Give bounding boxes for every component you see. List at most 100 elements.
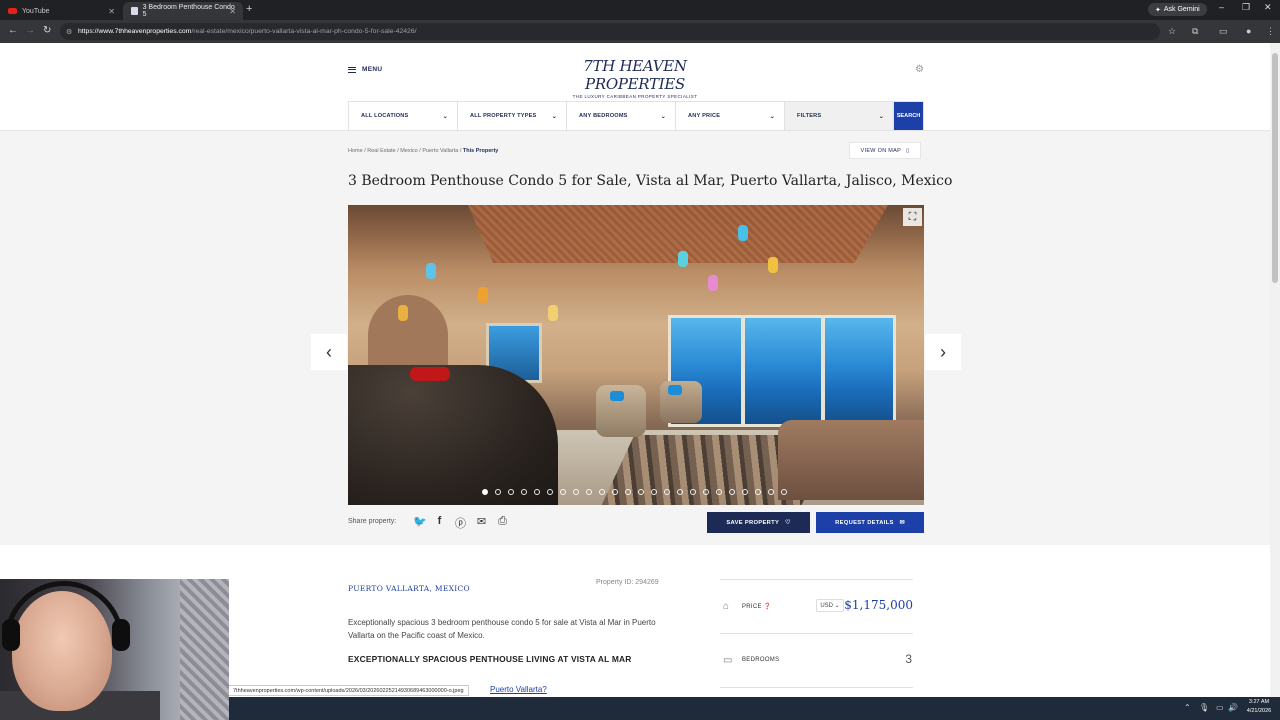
reload-icon[interactable]: ↻ xyxy=(43,25,51,36)
gallery-photo-lamp xyxy=(768,257,778,273)
property-location[interactable]: PUERTO VALLARTA, MEXICO xyxy=(348,584,470,593)
chevron-down-icon: ⌄ xyxy=(442,113,448,120)
page-scrollbar[interactable] xyxy=(1270,43,1280,697)
headset-earcup xyxy=(112,619,130,651)
bed-icon: ▭ xyxy=(723,655,733,666)
site-info-icon[interactable]: ⚙ xyxy=(66,28,72,36)
forward-icon[interactable]: → xyxy=(25,25,35,36)
gallery-next-button[interactable]: › xyxy=(925,334,961,370)
pinterest-icon[interactable]: ⓟ xyxy=(455,515,466,531)
email-icon[interactable]: ✉ xyxy=(476,515,487,531)
gallery-dot[interactable] xyxy=(560,489,566,495)
gallery-dot[interactable] xyxy=(755,489,761,495)
filter-label: ANY BEDROOMS xyxy=(579,113,628,119)
photo-gallery[interactable]: ⛶ xyxy=(348,205,924,505)
gallery-dot[interactable] xyxy=(729,489,735,495)
restore-icon[interactable]: ❐ xyxy=(1242,2,1250,13)
gallery-dot[interactable] xyxy=(547,489,553,495)
close-window-icon[interactable]: ✕ xyxy=(1264,2,1272,13)
microphone-icon[interactable]: 🎙 xyxy=(1199,703,1209,712)
tray-chevron-icon[interactable]: ⌃ xyxy=(1184,703,1191,712)
new-tab-icon[interactable]: + xyxy=(246,3,252,15)
webcam-background xyxy=(180,579,229,720)
gallery-dot[interactable] xyxy=(781,489,787,495)
breadcrumb-real-estate[interactable]: Real Estate xyxy=(367,148,395,154)
gallery-dot[interactable] xyxy=(495,489,501,495)
currency-value: USD xyxy=(820,602,833,609)
filter-price[interactable]: ANY PRICE ⌄ xyxy=(676,102,785,130)
facebook-icon[interactable]: f xyxy=(434,515,445,531)
twitter-icon[interactable]: 🐦 xyxy=(413,515,427,531)
gallery-dot[interactable] xyxy=(716,489,722,495)
browser-tab-bar: YouTube ✕ 3 Bedroom Penthouse Condo 5 ✕ … xyxy=(0,0,1280,20)
gallery-dot[interactable] xyxy=(651,489,657,495)
view-on-map-button[interactable]: VIEW ON MAP ▯ xyxy=(849,142,921,159)
map-icon: ▯ xyxy=(906,147,910,154)
search-button[interactable]: SEARCH xyxy=(894,102,923,130)
gallery-dot[interactable] xyxy=(625,489,631,495)
volume-icon[interactable]: 🔊 xyxy=(1228,703,1238,712)
filter-bedrooms[interactable]: ANY BEDROOMS ⌄ xyxy=(567,102,676,130)
gallery-dot[interactable] xyxy=(690,489,696,495)
property-id: Property ID: 294269 xyxy=(596,579,659,586)
gallery-dot[interactable] xyxy=(573,489,579,495)
gallery-photo-lamp xyxy=(738,225,748,241)
taskbar-clock[interactable]: 3:27 AM 4/21/2026 xyxy=(1240,698,1278,716)
breadcrumb-country[interactable]: Mexico xyxy=(400,148,417,154)
bookmark-star-icon[interactable]: ☆ xyxy=(1168,26,1176,37)
gallery-dot[interactable] xyxy=(638,489,644,495)
tab-title: 3 Bedroom Penthouse Condo 5 xyxy=(142,4,235,18)
gallery-prev-button[interactable]: ‹ xyxy=(311,334,347,370)
gallery-dot[interactable] xyxy=(677,489,683,495)
chevron-down-icon: ⌄ xyxy=(878,113,884,120)
close-icon[interactable]: ✕ xyxy=(229,7,236,16)
settings-gear-icon[interactable]: ⚙ xyxy=(915,64,924,75)
gallery-dot[interactable] xyxy=(482,489,488,495)
gallery-dot[interactable] xyxy=(703,489,709,495)
description-link[interactable]: Puerto Vallarta? xyxy=(490,685,547,694)
gallery-photo-lamp xyxy=(398,305,408,321)
scrollbar-thumb[interactable] xyxy=(1272,53,1278,283)
tab-property[interactable]: 3 Bedroom Penthouse Condo 5 ✕ xyxy=(123,2,243,20)
profile-avatar-icon[interactable]: ● xyxy=(1246,26,1251,36)
gallery-dot[interactable] xyxy=(521,489,527,495)
gallery-dot[interactable] xyxy=(534,489,540,495)
filter-more[interactable]: FILTERS ⌄ xyxy=(785,102,894,130)
gallery-dot[interactable] xyxy=(612,489,618,495)
close-icon[interactable]: ✕ xyxy=(108,7,115,16)
hamburger-icon xyxy=(348,66,356,73)
ask-gemini-button[interactable]: ✦ Ask Gemini xyxy=(1148,3,1207,16)
filter-property-types[interactable]: ALL PROPERTY TYPES ⌄ xyxy=(458,102,567,130)
gallery-dot[interactable] xyxy=(664,489,670,495)
more-menu-icon[interactable]: ⋮ xyxy=(1266,26,1275,37)
help-icon[interactable]: ❓ xyxy=(764,604,772,610)
breadcrumb-city[interactable]: Puerto Vallarta xyxy=(422,148,458,154)
network-icon[interactable]: ▭ xyxy=(1216,703,1224,712)
extensions-icon[interactable]: ⧉ xyxy=(1192,26,1198,37)
url-input[interactable]: ⚙ https://www.7thheavenproperties.com/re… xyxy=(60,23,1160,40)
site-header: MENU 7TH HEAVEN PROPERTIES THE LUXURY CA… xyxy=(0,43,1270,131)
request-details-button[interactable]: REQUEST DETAILS ✉ xyxy=(816,512,924,533)
menu-label: MENU xyxy=(362,66,383,73)
key-facts-panel: ⌂ PRICE ❓ USD ⌄ $1,175,000 ▭ BEDROOMS 3 xyxy=(720,579,913,688)
link-status-bar: 7thheavenproperties.com/wp-content/uploa… xyxy=(228,685,469,696)
print-icon[interactable]: ⎙ xyxy=(497,515,508,531)
gallery-dot[interactable] xyxy=(508,489,514,495)
tab-youtube[interactable]: YouTube ✕ xyxy=(0,2,122,20)
site-logo[interactable]: 7TH HEAVEN PROPERTIES THE LUXURY CARIBBE… xyxy=(535,57,735,99)
gallery-dot[interactable] xyxy=(599,489,605,495)
gallery-dot[interactable] xyxy=(742,489,748,495)
save-property-button[interactable]: SAVE PROPERTY ♡ xyxy=(707,512,810,533)
minimize-icon[interactable]: – xyxy=(1219,2,1224,12)
back-icon[interactable]: ← xyxy=(8,25,18,36)
gallery-dot[interactable] xyxy=(586,489,592,495)
side-panel-icon[interactable]: ▭ xyxy=(1219,26,1228,37)
fullscreen-icon[interactable]: ⛶ xyxy=(903,208,922,226)
clock-time: 3:27 AM xyxy=(1248,699,1270,705)
currency-select[interactable]: USD ⌄ xyxy=(816,599,844,612)
menu-button[interactable]: MENU xyxy=(348,66,382,73)
breadcrumb-home[interactable]: Home xyxy=(348,148,363,154)
gallery-dot[interactable] xyxy=(768,489,774,495)
gallery-photo-sofa xyxy=(778,420,924,500)
filter-locations[interactable]: ALL LOCATIONS ⌄ xyxy=(349,102,458,130)
